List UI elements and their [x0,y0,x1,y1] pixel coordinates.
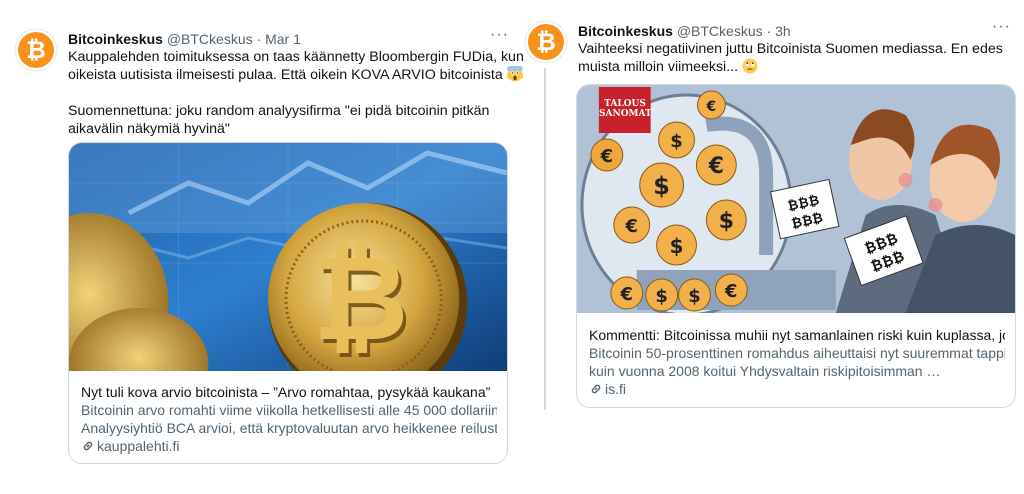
tweet-text-line: muista milloin viimeeksi... [578,58,1003,76]
card-description: Analyysiyhtiö BCA arvioi, että kryptoval… [81,420,497,436]
card-description: Bitcoinin 50-prosenttinen romahdus aiheu… [589,345,1005,361]
timestamp[interactable]: 3h [775,23,791,39]
svg-text:$: $ [653,172,670,200]
tweet-text-line: aikavälin näkymiä hyvinä" [68,121,230,137]
svg-text:€: € [620,284,633,305]
separator: · [766,23,772,39]
card-title[interactable]: Kommentti: Bitcoinissa muhii nyt samanla… [589,326,1005,344]
lottery-machine-cartoon-image: € $ $ € $ € $ € € $ $ € ₿₿₿ ₿₿₿ ₿₿₿ ₿₿₿ [577,85,1015,313]
card-title[interactable]: Nyt tuli kova arvio bitcoinista – ”Arvo … [81,383,497,401]
rolling-eyes-emoji-icon [742,58,758,74]
card-domain[interactable]: is.fi [589,380,1005,398]
author-handle[interactable]: @BTCkeskus [677,23,763,39]
scream-emoji-icon [506,66,523,82]
card-body: Nyt tuli kova arvio bitcoinista – ”Arvo … [81,383,497,455]
more-options-icon[interactable]: ··· [490,26,509,44]
tweet-text-line: Suomennettuna: joku random analyysifirma… [68,103,490,119]
link-card[interactable]: € $ $ € $ € $ € € $ $ € ₿₿₿ ₿₿₿ ₿₿₿ ₿₿₿ … [576,84,1016,408]
link-icon [591,384,601,394]
svg-text:$: $ [719,209,734,234]
author-handle[interactable]: @BTCkeskus [167,31,253,47]
card-domain[interactable]: kauppalehti.fi [81,437,497,455]
link-icon [83,441,93,451]
tweet-header: Bitcoinkeskus @BTCkeskus · Mar 1 [68,30,301,48]
bitcoin-avatar-icon[interactable]: ₿ [524,20,568,64]
thread-line [544,68,546,410]
separator: · [256,31,262,47]
tweet-text-line: oikeista uutisista ilmeisesti pulaa. Ett… [68,66,524,84]
bitcoin-avatar-icon[interactable]: ₿ [14,28,58,72]
card-domain-text: kauppalehti.fi [97,438,180,454]
svg-text:₿: ₿ [26,36,46,64]
card-domain-text: is.fi [605,381,626,397]
svg-text:$: $ [655,286,667,307]
svg-text:₿: ₿ [313,230,409,367]
tweet-header: Bitcoinkeskus @BTCkeskus · 3h [578,22,791,40]
card-description: Bitcoinin arvo romahti viime viikolla he… [81,402,497,418]
link-card[interactable]: ₿ ₿ Nyt tuli kova arvio bitcoinista – ”A… [68,142,508,464]
svg-text:$: $ [670,234,684,258]
bitcoin-coins-image: ₿ ₿ [69,143,507,371]
more-options-icon[interactable]: ··· [992,18,1011,36]
svg-text:€: € [708,154,724,179]
svg-text:€: € [724,281,737,302]
svg-text:€: € [706,99,717,115]
svg-text:$: $ [688,286,700,307]
tweet-text: Vaihteeksi negatiivinen juttu Bitcoinist… [578,40,1003,76]
card-description: kuin vuonna 2008 koitui Yhdysvaltain ris… [589,363,941,379]
timestamp[interactable]: Mar 1 [265,31,301,47]
author-name[interactable]: Bitcoinkeskus [578,23,673,39]
tweet-text: Kauppalehden toimituksessa on taas käänn… [68,48,524,138]
talous-sanomat-logo: TALOUS SANOMAT [599,99,652,119]
tweet-text-line: Kauppalehden toimituksessa on taas käänn… [68,49,524,65]
svg-text:€: € [625,216,638,237]
card-body: Kommentti: Bitcoinissa muhii nyt samanla… [589,326,1005,398]
svg-text:€: € [600,146,613,167]
tweet-text-line: Vaihteeksi negatiivinen juttu Bitcoinist… [578,41,1003,57]
svg-text:$: $ [670,131,682,152]
svg-text:₿: ₿ [536,28,556,56]
author-name[interactable]: Bitcoinkeskus [68,31,163,47]
